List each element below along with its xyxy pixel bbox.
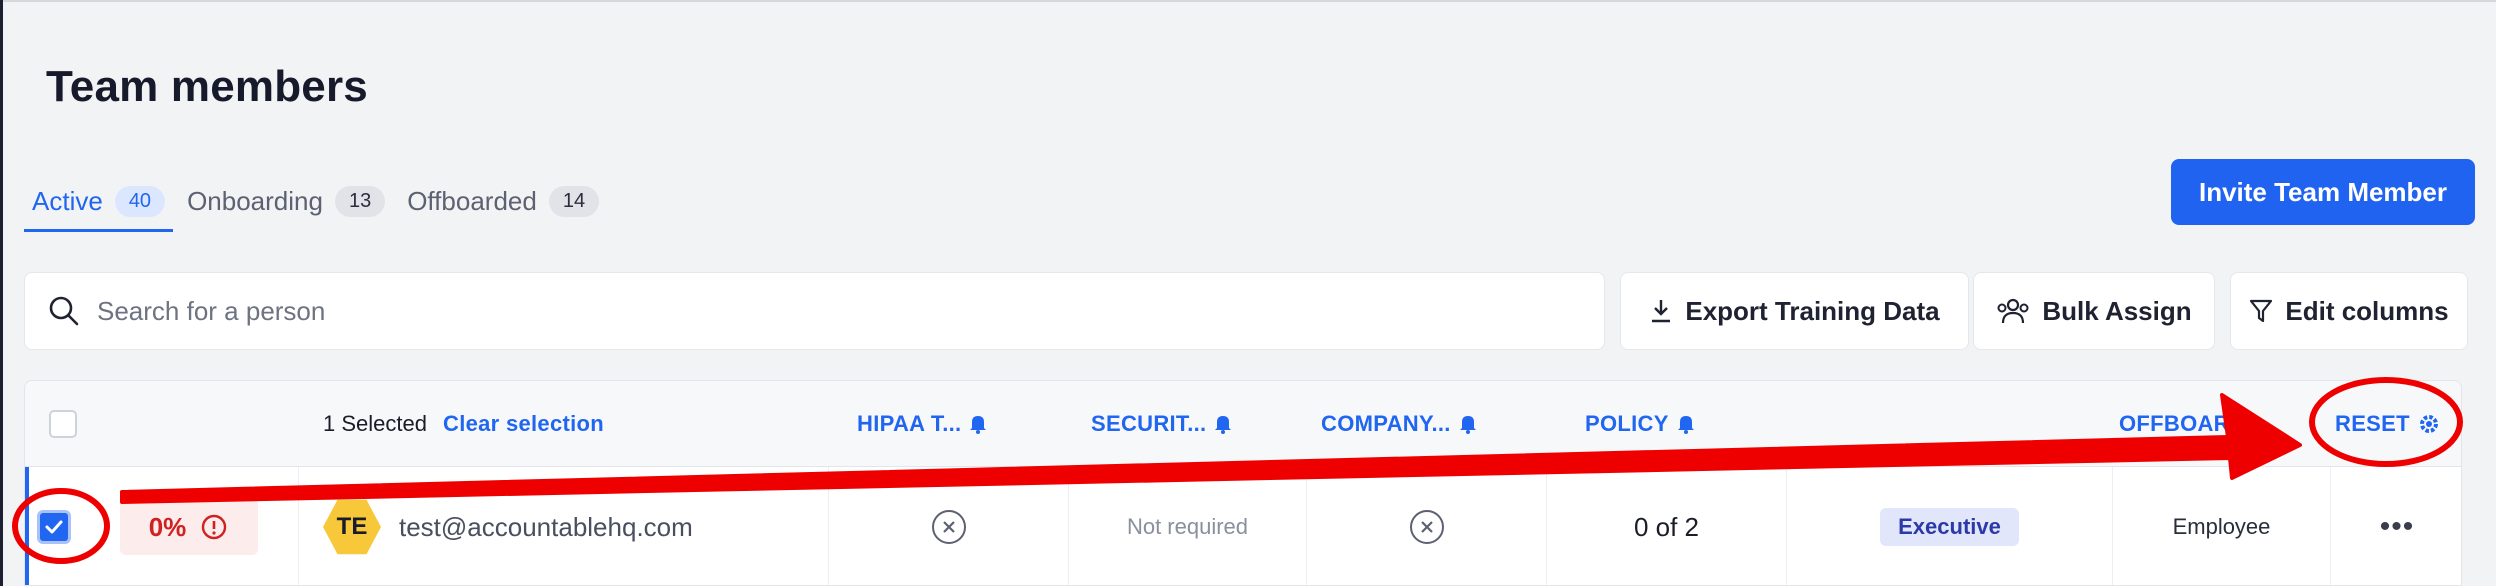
avatar: TE <box>323 499 381 555</box>
table-header: 1 Selected Clear selection HIPAA T... SE… <box>25 381 2461 467</box>
clear-selection-link[interactable]: Clear selection <box>443 381 604 467</box>
member-tabs: Active 40 Onboarding 13 Offboarded 14 <box>24 172 613 232</box>
search-bar[interactable] <box>24 272 1605 350</box>
x-circle-icon <box>1409 510 1444 544</box>
alert-icon <box>202 514 227 540</box>
more-options-icon[interactable]: ••• <box>2380 510 2415 544</box>
column-label: SECURIT... <box>1091 411 1207 436</box>
window-top-border <box>0 0 2496 2</box>
edit-columns-button[interactable]: Edit columns <box>2230 272 2468 350</box>
window-left-border <box>0 0 3 586</box>
column-label: POLICY <box>1585 411 1669 436</box>
members-table: 1 Selected Clear selection HIPAA T... SE… <box>24 380 2462 586</box>
tab-label: Offboarded <box>407 185 537 216</box>
tab-count-badge: 13 <box>334 185 386 217</box>
column-hipaa[interactable]: HIPAA T... <box>857 381 987 467</box>
row-select-cell[interactable] <box>29 467 79 585</box>
row-checkbox[interactable] <box>37 510 71 544</box>
employment-type-cell: Employee <box>2113 467 2331 585</box>
reset-label: RESET <box>2335 411 2410 436</box>
search-input[interactable] <box>97 295 1497 327</box>
bell-icon <box>970 416 987 434</box>
check-icon <box>45 520 63 534</box>
role-badge: Executive <box>1880 508 2019 546</box>
row-actions-cell[interactable]: ••• <box>2331 467 2461 585</box>
column-label: HIPAA T... <box>857 411 962 436</box>
invite-team-member-button[interactable]: Invite Team Member <box>2171 159 2475 225</box>
select-all-checkbox[interactable] <box>49 410 77 438</box>
column-security[interactable]: SECURIT... <box>1091 381 1232 467</box>
column-offboard[interactable]: OFFBOARD <box>2119 381 2246 467</box>
bulk-assign-button[interactable]: Bulk Assign <box>1973 272 2215 350</box>
tab-count-badge: 14 <box>548 185 600 217</box>
column-label: OFFBOARD <box>2119 411 2247 436</box>
not-required-text: Not required <box>1126 514 1249 539</box>
select-all-cell[interactable] <box>49 381 77 467</box>
column-policy[interactable]: POLICY <box>1585 381 1695 467</box>
role-cell: Executive <box>1787 467 2113 585</box>
tab-count-badge: 40 <box>114 185 166 217</box>
score-value: 0% <box>148 511 187 542</box>
hipaa-status-cell[interactable] <box>829 467 1069 585</box>
table-row[interactable]: 0% TE test@accountablehq.com Not require… <box>25 467 2461 585</box>
bell-icon <box>1215 416 1232 434</box>
tab-offboarded[interactable]: Offboarded 14 <box>399 173 607 229</box>
selection-count: 1 Selected <box>323 411 427 436</box>
export-training-data-button[interactable]: Export Training Data <box>1620 272 1969 350</box>
export-label: Export Training Data <box>1685 295 1940 326</box>
search-icon <box>47 294 81 328</box>
score-cell: 0% <box>79 467 299 585</box>
compliance-score-badge: 0% <box>119 499 258 555</box>
page-title: Team members <box>46 62 368 111</box>
gear-icon <box>2419 415 2438 433</box>
tab-onboarding[interactable]: Onboarding 13 <box>179 173 393 229</box>
column-company[interactable]: COMPANY... <box>1321 381 1477 467</box>
tab-active[interactable]: Active 40 <box>24 173 174 232</box>
company-status-cell[interactable] <box>1307 467 1547 585</box>
person-cell[interactable]: TE test@accountablehq.com <box>299 467 829 585</box>
member-email[interactable]: test@accountablehq.com <box>399 512 693 543</box>
bulk-assign-label: Bulk Assign <box>2042 295 2192 326</box>
users-icon <box>1997 298 2029 324</box>
edit-columns-label: Edit columns <box>2285 295 2449 326</box>
bell-icon <box>1459 416 1476 434</box>
tab-label: Onboarding <box>187 185 323 216</box>
column-label: COMPANY... <box>1321 411 1451 436</box>
x-circle-icon <box>931 510 966 544</box>
tab-label: Active <box>32 185 103 216</box>
security-status-cell: Not required <box>1069 467 1307 585</box>
policy-progress-cell: 0 of 2 <box>1547 467 1787 585</box>
filter-icon <box>2250 299 2273 323</box>
bell-icon <box>1677 416 1694 434</box>
download-icon <box>1652 300 1671 323</box>
reset-columns-button[interactable]: RESET <box>2335 381 2440 467</box>
